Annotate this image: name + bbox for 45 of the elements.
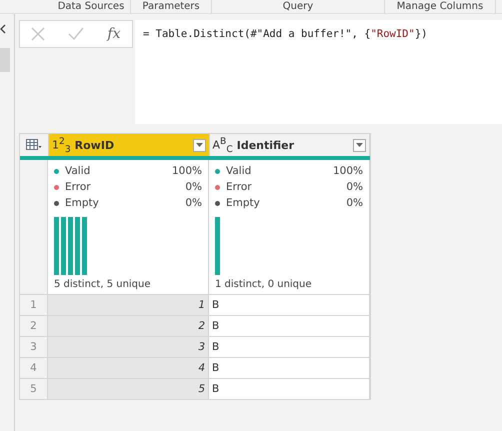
function-button[interactable]: fx bbox=[107, 26, 120, 42]
quality-label: Error bbox=[226, 181, 253, 193]
ribbon-group-label: Query bbox=[282, 0, 314, 13]
row-number: 2 bbox=[20, 316, 48, 336]
row-number: 3 bbox=[20, 337, 48, 357]
caret-icon bbox=[196, 143, 202, 147]
column-header[interactable]: A$^{B}$$_{C}$ Identifier bbox=[210, 134, 370, 156]
ribbon-group-label: Data Sources bbox=[58, 0, 124, 13]
ribbon-group-label: Parameters bbox=[142, 0, 200, 13]
table-cell: B bbox=[209, 316, 370, 336]
dropdown-button[interactable] bbox=[192, 138, 206, 152]
column-summary: 5 distinct, 5 unique bbox=[54, 279, 152, 290]
quality-value: 0% bbox=[346, 197, 363, 209]
table-cell: 5 bbox=[48, 379, 209, 399]
quality-label: Empty bbox=[65, 197, 100, 209]
column-header[interactable]: 1$^{2}$$_{3}$ RowID bbox=[49, 134, 210, 156]
quality-label: Empty bbox=[226, 197, 261, 209]
distribution-drawing bbox=[54, 217, 87, 275]
table-cell: 3 bbox=[48, 337, 209, 357]
quality-label: Error bbox=[65, 181, 92, 193]
table-icon bbox=[26, 139, 42, 151]
table-cell: B bbox=[209, 295, 370, 315]
table-cell: 4 bbox=[48, 358, 209, 378]
ribbon-group-label: Manage Columns bbox=[396, 0, 484, 13]
quality-value: 0% bbox=[185, 181, 202, 193]
column-summary: 1 distinct, 0 unique bbox=[215, 279, 313, 290]
quality-value: 100% bbox=[172, 165, 202, 177]
table-cell: B bbox=[209, 379, 370, 399]
quality-label: Valid bbox=[226, 165, 252, 177]
dropdown-button[interactable] bbox=[353, 138, 366, 152]
formula-field[interactable]: = Table.Distinct(#"Add a buffer!", {"RowID"}) bbox=[135, 20, 502, 124]
row-number: 4 bbox=[20, 358, 48, 378]
quality-label: Valid bbox=[65, 165, 92, 177]
table-cell: B bbox=[209, 358, 370, 378]
table-cell: 2 bbox=[48, 316, 209, 336]
quality-value: 0% bbox=[346, 181, 363, 193]
table-cell: 1 bbox=[48, 295, 209, 315]
distribution-drawing bbox=[215, 217, 220, 275]
caret-icon bbox=[356, 143, 363, 147]
row-number: 1 bbox=[20, 295, 48, 315]
quality-value: 100% bbox=[332, 165, 363, 177]
quality-value: 0% bbox=[185, 197, 202, 209]
chevron-icon[interactable] bbox=[0, 24, 6, 34]
table-cell: B bbox=[209, 337, 370, 357]
row-number: 5 bbox=[20, 379, 48, 399]
